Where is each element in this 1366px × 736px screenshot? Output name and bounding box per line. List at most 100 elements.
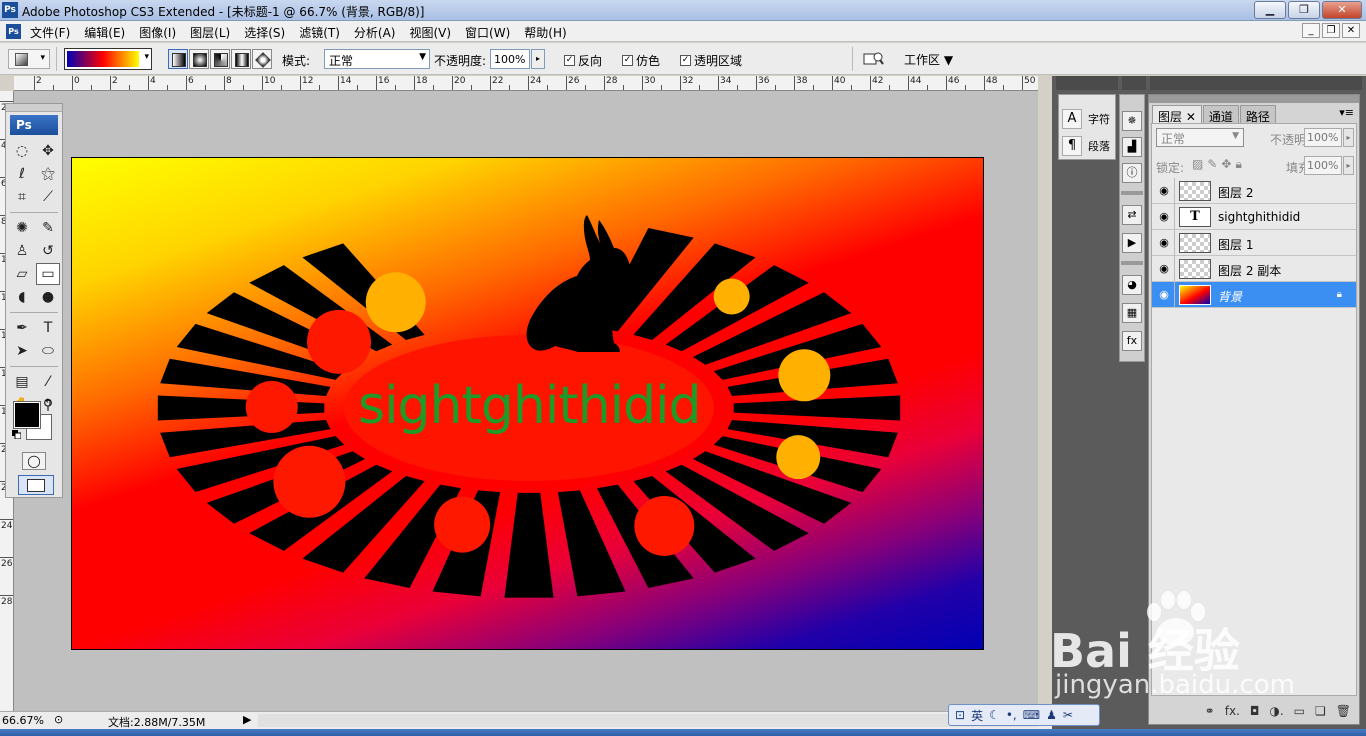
close-icon[interactable]: ✕ bbox=[1186, 110, 1196, 124]
brush-tool-icon[interactable]: ✎ bbox=[36, 217, 60, 239]
menu-select[interactable]: 选择(S) bbox=[244, 24, 285, 41]
canvas-workspace[interactable]: sightghithidid bbox=[14, 91, 1038, 711]
menu-view[interactable]: 视图(V) bbox=[409, 24, 451, 41]
punctuation-icon[interactable]: •, bbox=[1006, 708, 1017, 722]
layer-row[interactable]: ◉ 图层 2 副本 bbox=[1152, 256, 1356, 282]
dodge-tool-icon[interactable]: ● bbox=[36, 286, 60, 308]
bridge-icon[interactable] bbox=[862, 50, 884, 68]
reflected-gradient-button[interactable] bbox=[231, 49, 251, 69]
zoom-level-field[interactable]: 66.67% bbox=[2, 714, 50, 728]
screen-mode-button[interactable] bbox=[18, 475, 54, 495]
opacity-slider-button[interactable]: ▸ bbox=[531, 49, 545, 69]
mode-select[interactable]: 正常 ▼ bbox=[324, 49, 430, 69]
transparency-checkbox[interactable]: ✓ 透明区域 bbox=[680, 52, 742, 69]
fill-slider-button[interactable]: ▸ bbox=[1343, 156, 1354, 175]
histogram-icon[interactable]: ▟ bbox=[1122, 137, 1142, 157]
paragraph-panel-button[interactable]: ¶ 段落 bbox=[1062, 136, 1110, 156]
menu-filter[interactable]: 滤镜(T) bbox=[299, 24, 340, 41]
maximize-button[interactable]: ❐ bbox=[1288, 1, 1320, 19]
pen-tool-icon[interactable]: ✒ bbox=[10, 317, 34, 339]
dock-collapse-bar[interactable] bbox=[1150, 76, 1362, 90]
blur-tool-icon[interactable]: ◖ bbox=[10, 286, 34, 308]
eraser-tool-icon[interactable]: ▱ bbox=[10, 263, 34, 285]
swap-colors-icon[interactable]: ↰ bbox=[44, 398, 52, 409]
blend-mode-select[interactable]: 正常 ▼ bbox=[1156, 128, 1244, 147]
menu-layer[interactable]: 图层(L) bbox=[190, 24, 230, 41]
navigator-icon[interactable]: ✵ bbox=[1122, 111, 1142, 131]
dither-checkbox[interactable]: ✓ 仿色 bbox=[622, 52, 660, 69]
slice-tool-icon[interactable]: ⟋ bbox=[36, 186, 60, 208]
layer-comps-icon[interactable]: ⇄ bbox=[1122, 205, 1142, 225]
ime-logo-icon[interactable]: ⊡ bbox=[955, 708, 965, 722]
lock-transparency-icon[interactable]: ▨ bbox=[1192, 157, 1203, 172]
character-panel-button[interactable]: A 字符 bbox=[1062, 109, 1110, 129]
status-options-icon[interactable]: ⊙ bbox=[54, 713, 63, 726]
layer-opacity-slider-button[interactable]: ▸ bbox=[1343, 128, 1354, 147]
ime-toolbar[interactable]: ⊡ 英 ☾ •, ⌨ ♟ ✂ bbox=[948, 704, 1100, 726]
doc-restore-button[interactable]: ❐ bbox=[1322, 23, 1340, 38]
eye-icon[interactable]: ◉ bbox=[1156, 288, 1172, 302]
gradient-tool-icon[interactable]: ▭ bbox=[36, 263, 60, 285]
layer-row-selected[interactable]: ◉ 背景 🔒︎ bbox=[1152, 282, 1356, 308]
eye-icon[interactable]: ◉ bbox=[1156, 262, 1172, 276]
menu-file[interactable]: 文件(F) bbox=[30, 24, 70, 41]
close-button[interactable]: ✕ bbox=[1322, 1, 1362, 19]
eye-icon[interactable]: ◉ bbox=[1156, 184, 1172, 198]
history-brush-tool-icon[interactable]: ↺ bbox=[36, 240, 60, 262]
status-menu-arrow-icon[interactable]: ▶ bbox=[243, 713, 251, 726]
lock-all-icon[interactable]: 🔒︎ bbox=[1235, 157, 1241, 172]
healing-brush-tool-icon[interactable]: ✺ bbox=[10, 217, 34, 239]
wrench-icon[interactable]: ✂ bbox=[1063, 708, 1073, 722]
doc-close-button[interactable]: ✕ bbox=[1342, 23, 1360, 38]
angle-gradient-button[interactable] bbox=[210, 49, 230, 69]
document-canvas[interactable]: sightghithidid bbox=[71, 157, 984, 650]
horizontal-scrollbar[interactable] bbox=[258, 714, 1038, 727]
layers-panel-grip[interactable] bbox=[1149, 95, 1359, 103]
clone-stamp-tool-icon[interactable]: ♙ bbox=[10, 240, 34, 262]
lock-position-icon[interactable]: ✥ bbox=[1221, 157, 1231, 172]
layer-row[interactable]: ◉ 图层 2 bbox=[1152, 178, 1356, 204]
menu-edit[interactable]: 编辑(E) bbox=[84, 24, 125, 41]
menu-analysis[interactable]: 分析(A) bbox=[354, 24, 396, 41]
lock-image-icon[interactable]: ✎ bbox=[1207, 157, 1217, 172]
linear-gradient-button[interactable] bbox=[168, 49, 188, 69]
styles-icon[interactable]: fx bbox=[1122, 331, 1142, 351]
default-colors-icon[interactable] bbox=[12, 430, 21, 439]
shape-tool-icon[interactable]: ⬭ bbox=[36, 340, 60, 362]
layer-opacity-input[interactable]: 100% bbox=[1304, 128, 1342, 147]
eye-icon[interactable]: ◉ bbox=[1156, 210, 1172, 224]
path-selection-tool-icon[interactable]: ➤ bbox=[10, 340, 34, 362]
info-icon[interactable]: ⓘ bbox=[1122, 163, 1142, 183]
user-icon[interactable]: ♟ bbox=[1046, 708, 1057, 722]
gradient-picker[interactable]: ▾ bbox=[64, 48, 152, 70]
magic-wand-tool-icon[interactable]: ⚝ bbox=[36, 163, 60, 185]
menu-image[interactable]: 图像(I) bbox=[139, 24, 176, 41]
workspace-menu-button[interactable]: 工作区 ▼ bbox=[904, 51, 953, 68]
moon-icon[interactable]: ☾ bbox=[989, 708, 1000, 722]
toolbox-grip[interactable] bbox=[6, 104, 62, 112]
menu-help[interactable]: 帮助(H) bbox=[524, 24, 566, 41]
lasso-tool-icon[interactable]: ℓ bbox=[10, 163, 34, 185]
layer-row[interactable]: ◉ T sightghithidid bbox=[1152, 204, 1356, 230]
keyboard-icon[interactable]: ⌨ bbox=[1023, 708, 1040, 722]
foreground-color-swatch[interactable] bbox=[13, 401, 41, 429]
ime-language[interactable]: 英 bbox=[971, 707, 983, 724]
swatches-icon[interactable]: ▦ bbox=[1122, 303, 1142, 323]
dock-collapse-bar[interactable] bbox=[1056, 76, 1118, 90]
menu-window[interactable]: 窗口(W) bbox=[465, 24, 510, 41]
fill-input[interactable]: 100% bbox=[1304, 156, 1342, 175]
eyedropper-tool-icon[interactable]: ⁄ bbox=[36, 371, 60, 393]
layer-row[interactable]: ◉ 图层 1 bbox=[1152, 230, 1356, 256]
move-tool-icon[interactable]: ✥ bbox=[36, 140, 60, 162]
diamond-gradient-button[interactable] bbox=[252, 49, 272, 69]
eye-icon[interactable]: ◉ bbox=[1156, 236, 1172, 250]
type-tool-icon[interactable]: T bbox=[36, 317, 60, 339]
crop-tool-icon[interactable]: ⌗ bbox=[10, 186, 34, 208]
doc-minimize-button[interactable]: _ bbox=[1302, 23, 1320, 38]
opacity-input[interactable]: 100% bbox=[490, 49, 530, 69]
minimize-button[interactable]: ▁ bbox=[1254, 1, 1286, 19]
radial-gradient-button[interactable] bbox=[189, 49, 209, 69]
tool-preset-picker[interactable]: ▾ bbox=[8, 49, 50, 69]
reverse-checkbox[interactable]: ✓ 反向 bbox=[564, 52, 602, 69]
dock-collapse-bar[interactable] bbox=[1122, 76, 1146, 90]
